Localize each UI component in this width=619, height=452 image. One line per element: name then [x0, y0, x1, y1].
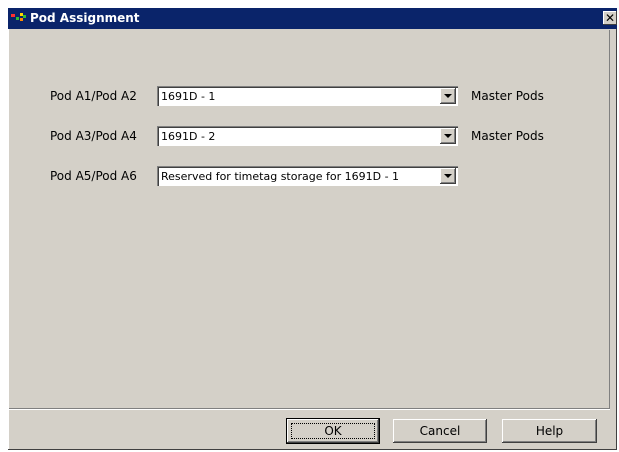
ok-button[interactable]: OK [287, 419, 379, 443]
content-panel: Pod A1/Pod A2 1691D - 1 Master Pods Pod … [9, 30, 610, 409]
pod-a1-a2-value: 1691D - 1 [161, 90, 216, 103]
pod-a1-a2-role-label: Master Pods [471, 89, 544, 103]
pod-a3-a4-value: 1691D - 2 [161, 130, 216, 143]
pod-a5-a6-select[interactable]: Reserved for timetag storage for 1691D -… [157, 166, 458, 186]
pods-app-icon [11, 13, 26, 21]
pod-a5-a6-dropdown-button[interactable] [440, 168, 456, 184]
pod-a3-a4-select[interactable]: 1691D - 2 [157, 126, 458, 146]
title-bar[interactable]: Pod Assignment ✕ [8, 8, 617, 29]
cancel-button[interactable]: Cancel [393, 419, 487, 443]
pod-a1-a2-dropdown-button[interactable] [440, 88, 456, 104]
help-button-label: Help [535, 424, 564, 438]
close-icon: ✕ [604, 11, 616, 25]
window-title: Pod Assignment [30, 11, 140, 25]
pod-a5-a6-label: Pod A5/Pod A6 [50, 169, 137, 183]
chevron-down-icon [444, 173, 452, 178]
cancel-button-label: Cancel [419, 424, 461, 438]
pod-a1-a2-label: Pod A1/Pod A2 [50, 89, 137, 103]
pod-a1-a2-select[interactable]: 1691D - 1 [157, 86, 458, 106]
chevron-down-icon [444, 93, 452, 98]
chevron-down-icon [444, 133, 452, 138]
pod-a3-a4-dropdown-button[interactable] [440, 128, 456, 144]
pod-a3-a4-label: Pod A3/Pod A4 [50, 129, 137, 143]
help-button[interactable]: Help [502, 419, 597, 443]
close-button[interactable]: ✕ [603, 11, 617, 25]
pod-assignment-dialog: Pod Assignment ✕ Pod A1/Pod A2 1691D - 1… [8, 8, 617, 450]
ok-button-label: OK [324, 424, 342, 438]
pod-a3-a4-role-label: Master Pods [471, 129, 544, 143]
pod-a5-a6-value: Reserved for timetag storage for 1691D -… [161, 170, 400, 183]
